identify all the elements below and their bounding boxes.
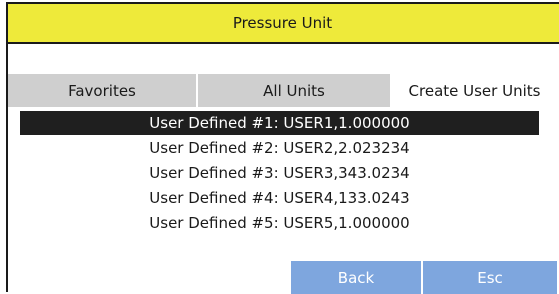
page-title: Pressure Unit <box>232 14 333 32</box>
device-screen: Pressure Unit Favorites All Units Create… <box>6 2 559 294</box>
list-item-user-1[interactable]: User Defined #1: USER1,1.000000 <box>20 111 539 135</box>
tab-favorites[interactable]: Favorites <box>8 74 198 107</box>
title-bar: Pressure Unit <box>8 4 559 44</box>
list-item-user-3[interactable]: User Defined #3: USER3,343.0234 <box>20 161 539 185</box>
list-item-user-5[interactable]: User Defined #5: USER5,1.000000 <box>20 211 539 235</box>
tab-bar: Favorites All Units Create User Units <box>8 74 559 107</box>
user-unit-list: User Defined #1: USER1,1.000000 User Def… <box>20 111 539 236</box>
button-bar: Back Esc <box>291 261 557 294</box>
back-button[interactable]: Back <box>291 261 423 294</box>
list-item-user-2[interactable]: User Defined #2: USER2,2.023234 <box>20 136 539 160</box>
esc-button[interactable]: Esc <box>423 261 557 294</box>
list-item-user-4[interactable]: User Defined #4: USER4,133.0243 <box>20 186 539 210</box>
tab-all-units[interactable]: All Units <box>198 74 390 107</box>
tab-create-user-units[interactable]: Create User Units <box>390 74 559 107</box>
